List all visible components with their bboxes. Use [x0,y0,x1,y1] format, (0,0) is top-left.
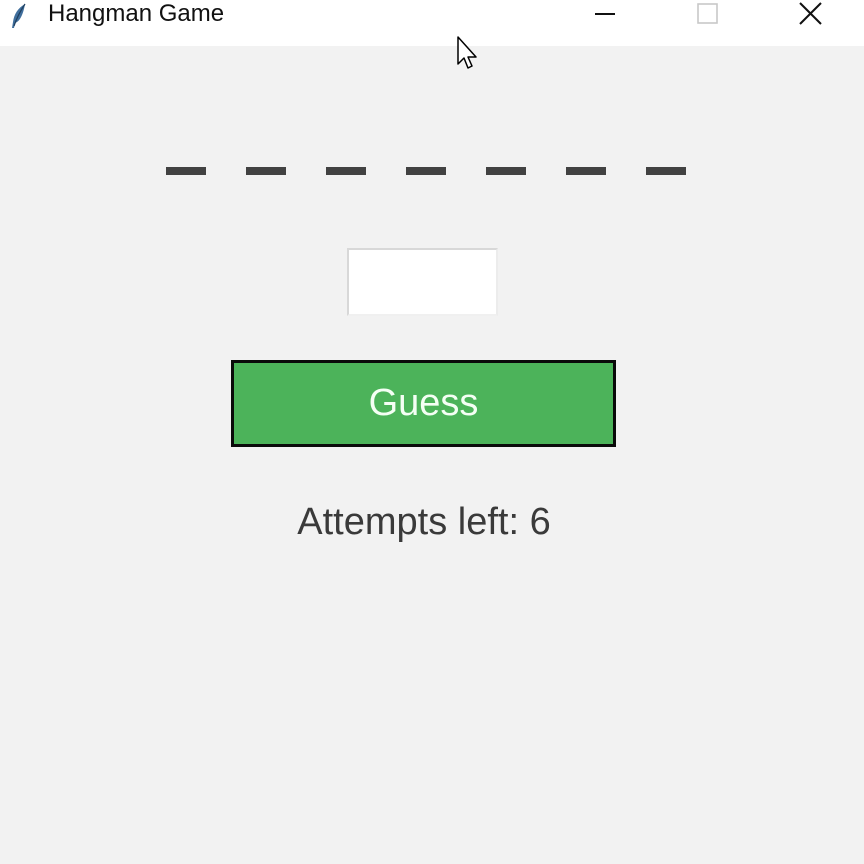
maximize-button[interactable] [658,0,758,30]
maximize-icon [697,3,718,24]
attempts-left-label: Attempts left: 6 [297,501,551,543]
close-icon [799,2,822,25]
minimize-button[interactable] [556,0,656,30]
close-button[interactable] [760,0,860,30]
feather-icon [6,2,32,30]
letter-slot: _ [486,167,526,175]
title-bar[interactable]: Hangman Game [0,0,864,46]
window-title: Hangman Game [48,0,225,27]
letter-slot: _ [406,167,446,175]
letter-slot: _ [566,167,606,175]
guess-button[interactable]: Guess [231,360,616,447]
letter-slot: _ [646,167,686,175]
letter-slot: _ [166,167,206,175]
guess-input[interactable] [347,248,498,316]
letter-slot: _ [326,167,366,175]
letter-slot: _ [246,167,286,175]
word-display: _ _ _ _ _ _ _ [166,160,686,182]
minimize-icon [595,13,615,15]
mouse-cursor-icon [457,36,481,72]
hangman-window: Hangman Game _ _ _ _ _ _ _ Guess Attempt… [0,0,864,864]
